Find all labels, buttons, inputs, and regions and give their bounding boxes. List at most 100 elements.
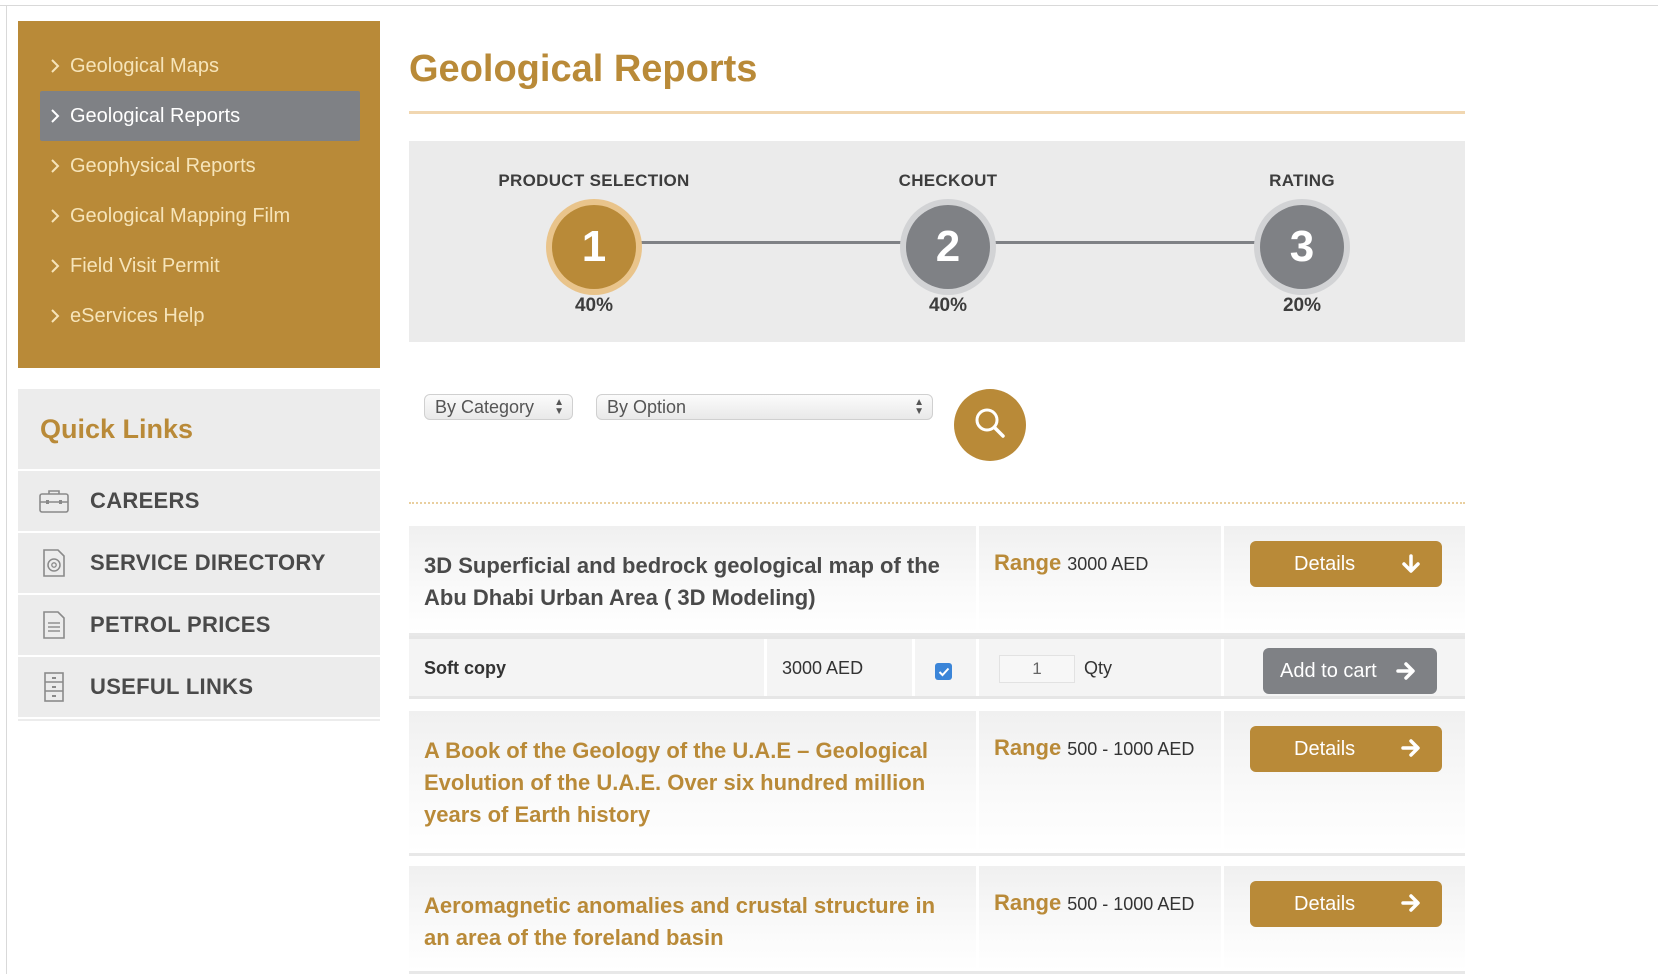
sidebar-item-geological-mapping-film[interactable]: Geological Mapping Film xyxy=(40,191,360,241)
chevron-right-icon xyxy=(40,108,70,124)
details-button-label: Details xyxy=(1294,737,1356,760)
step-label: PRODUCT SELECTION xyxy=(498,171,690,190)
variant-type: Soft copy xyxy=(424,658,507,678)
column-divider xyxy=(976,639,979,696)
variant-price: 3000 AED xyxy=(782,658,864,678)
chevron-right-icon xyxy=(40,258,70,274)
step-number: 1 xyxy=(552,205,636,289)
quick-links-panel: Quick Links CAREERS SERVICE DIRECTORY PE… xyxy=(18,389,380,721)
category-select-value: By Category xyxy=(435,396,535,417)
details-button-label: Details xyxy=(1294,892,1356,915)
search-button[interactable] xyxy=(954,389,1026,461)
sidebar-item-geological-reports[interactable]: Geological Reports xyxy=(40,91,360,141)
sidebar-item-label: Geological Mapping Film xyxy=(70,204,291,227)
step-label: CHECKOUT xyxy=(898,171,998,190)
details-button-label: Details xyxy=(1294,552,1356,575)
add-to-cart-button[interactable]: Add to cart xyxy=(1263,648,1437,694)
product-title[interactable]: 3D Superficial and bedrock geological ma… xyxy=(424,550,944,614)
step-percent: 20% xyxy=(1282,295,1322,316)
product-title[interactable]: Aeromagnetic anomalies and crustal struc… xyxy=(424,890,944,954)
select-arrows-icon: ▲ ▼ xyxy=(554,397,564,417)
window-left-border xyxy=(6,5,7,974)
select-arrows-icon: ▲ ▼ xyxy=(914,397,924,417)
product-variant-row: Soft copy 3000 AED Qty Add to cart xyxy=(409,636,1465,699)
column-divider xyxy=(764,639,767,696)
progress-steps: PRODUCT SELECTION 1 40% CHECKOUT 2 40% R… xyxy=(409,141,1465,342)
column-divider xyxy=(1221,711,1224,853)
quantity-input[interactable] xyxy=(999,655,1075,683)
sidebar-item-label: Field Visit Permit xyxy=(70,254,220,277)
range-value: 500 - 1000 AED xyxy=(1067,894,1195,914)
step-percent: 40% xyxy=(928,295,968,316)
column-divider xyxy=(976,866,979,971)
range-label: Range xyxy=(994,550,1062,575)
column-divider xyxy=(976,711,979,853)
step-number: 3 xyxy=(1260,205,1344,289)
sidebar-item-geophysical-reports[interactable]: Geophysical Reports xyxy=(40,141,360,191)
column-divider xyxy=(912,639,915,696)
quick-link-useful-links[interactable]: USEFUL LINKS xyxy=(18,657,380,719)
sidebar-item-label: Geophysical Reports xyxy=(70,154,256,177)
chevron-right-icon xyxy=(40,158,70,174)
document-icon xyxy=(18,610,90,640)
column-divider xyxy=(976,526,979,633)
chevron-right-icon xyxy=(40,208,70,224)
quick-link-service-directory[interactable]: SERVICE DIRECTORY xyxy=(18,533,380,595)
sidebar-item-label: eServices Help xyxy=(70,304,205,327)
column-divider xyxy=(1221,526,1224,633)
arrow-down-icon xyxy=(1400,553,1422,581)
step-percent: 40% xyxy=(574,295,614,316)
category-select[interactable]: By Category ▲ ▼ xyxy=(424,394,573,420)
quick-link-label: SERVICE DIRECTORY xyxy=(90,550,326,575)
details-button[interactable]: Details xyxy=(1250,881,1442,927)
product-row: 3D Superficial and bedrock geological ma… xyxy=(409,526,1465,636)
product-range: Range 500 - 1000 AED xyxy=(994,890,1194,916)
product-row: Aeromagnetic anomalies and crustal struc… xyxy=(409,866,1465,974)
range-value: 500 - 1000 AED xyxy=(1067,739,1195,759)
checkmark-icon xyxy=(938,667,949,676)
option-select[interactable]: By Option ▲ ▼ xyxy=(596,394,933,420)
sidebar-item-label: Geological Reports xyxy=(70,104,241,127)
add-to-cart-label: Add to cart xyxy=(1280,659,1377,682)
quick-link-label: PETROL PRICES xyxy=(90,612,271,637)
quick-link-petrol-prices[interactable]: PETROL PRICES xyxy=(18,595,380,657)
sidebar-item-field-visit-permit[interactable]: Field Visit Permit xyxy=(40,241,360,291)
details-button[interactable]: Details xyxy=(1250,726,1442,772)
window-top-border xyxy=(0,5,1658,6)
product-range: Range 500 - 1000 AED xyxy=(994,735,1194,761)
variant-checkbox[interactable] xyxy=(935,663,952,680)
sidebar-item-eservices-help[interactable]: eServices Help xyxy=(40,291,360,341)
product-row: A Book of the Geology of the U.A.E – Geo… xyxy=(409,711,1465,856)
title-divider xyxy=(409,111,1465,114)
quick-link-careers[interactable]: CAREERS xyxy=(18,471,380,533)
sidebar-item-geological-maps[interactable]: Geological Maps xyxy=(40,41,360,91)
sidebar-nav: Geological Maps Geological Reports Geoph… xyxy=(18,21,380,368)
quick-link-label: CAREERS xyxy=(90,488,200,513)
product-range: Range 3000 AED xyxy=(994,550,1148,576)
filter-divider xyxy=(409,502,1465,504)
arrow-right-icon xyxy=(1400,893,1422,919)
quantity-label: Qty xyxy=(1084,658,1113,678)
column-divider xyxy=(1221,639,1224,696)
arrow-right-icon xyxy=(1395,661,1417,687)
arrow-right-icon xyxy=(1400,738,1422,764)
column-divider xyxy=(1221,866,1224,971)
chevron-right-icon xyxy=(40,58,70,74)
step-number: 2 xyxy=(906,205,990,289)
quick-links-title: Quick Links xyxy=(18,389,380,471)
sidebar-item-label: Geological Maps xyxy=(70,54,219,77)
range-label: Range xyxy=(994,890,1062,915)
option-select-value: By Option xyxy=(607,396,687,417)
service-directory-icon xyxy=(18,548,90,578)
details-button[interactable]: Details xyxy=(1250,541,1442,587)
range-value: 3000 AED xyxy=(1067,554,1149,574)
briefcase-icon xyxy=(18,488,90,514)
cabinet-icon xyxy=(18,671,90,703)
chevron-right-icon xyxy=(40,308,70,324)
quick-link-label: USEFUL LINKS xyxy=(90,674,254,699)
search-icon xyxy=(973,406,1007,445)
page-title: Geological Reports xyxy=(409,48,758,90)
step-label: RATING xyxy=(1269,171,1335,190)
range-label: Range xyxy=(994,735,1062,760)
product-title[interactable]: A Book of the Geology of the U.A.E – Geo… xyxy=(424,735,944,831)
